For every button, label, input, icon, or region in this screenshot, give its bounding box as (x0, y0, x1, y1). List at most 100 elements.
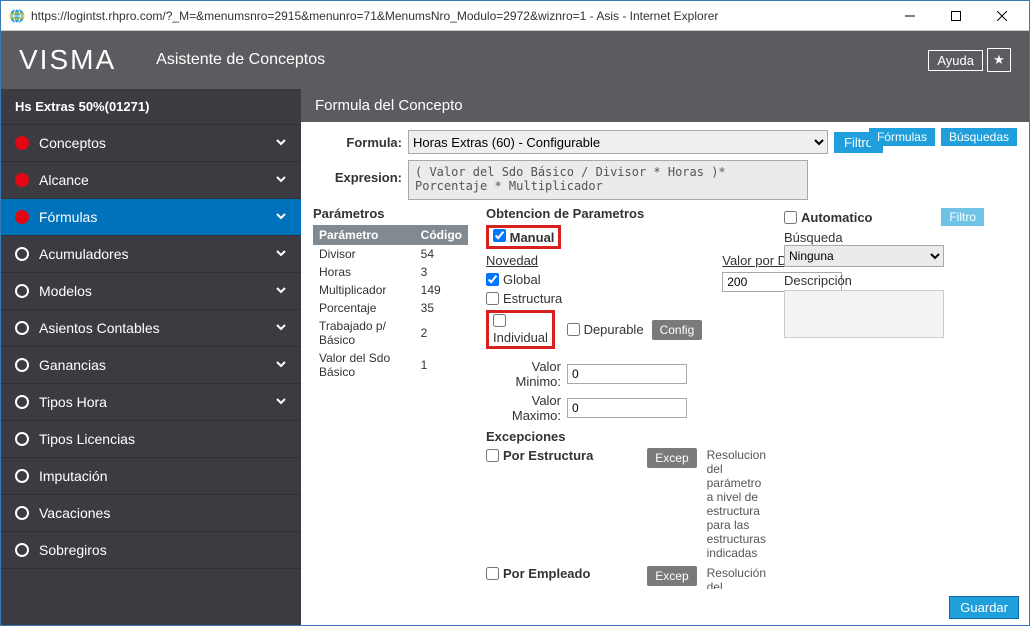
valor-max-input[interactable] (567, 398, 687, 418)
estructura-checkbox[interactable] (486, 292, 499, 305)
chevron-down-icon (275, 394, 287, 410)
chevron-down-icon (275, 357, 287, 373)
bullet-icon (15, 173, 29, 187)
sidebar-item-label: Imputación (39, 468, 107, 484)
chevron-down-icon (275, 320, 287, 336)
sidebar-item-7[interactable]: Tipos Hora (1, 384, 301, 421)
por-estructura-checkbox[interactable] (486, 449, 499, 462)
excepciones-heading: Excepciones (486, 429, 766, 444)
maximize-button[interactable] (933, 1, 979, 31)
header-title: Asistente de Conceptos (156, 51, 325, 69)
sidebar-item-5[interactable]: Asientos Contables (1, 310, 301, 347)
formula-select[interactable]: Horas Extras (60) - Configurable (408, 130, 828, 154)
bullet-icon (15, 136, 29, 150)
app-header: VISMA Asistente de Conceptos Ayuda ★ (1, 31, 1029, 89)
bullet-icon (15, 469, 29, 483)
bullet-icon (15, 321, 29, 335)
sidebar-item-3[interactable]: Acumuladores (1, 236, 301, 273)
sidebar-item-0[interactable]: Conceptos (1, 125, 301, 162)
individual-checkbox[interactable] (493, 314, 506, 327)
bullet-icon (15, 506, 29, 520)
depurable-checkbox[interactable] (567, 323, 580, 336)
guardar-button[interactable]: Guardar (949, 596, 1019, 619)
ie-icon (9, 8, 25, 24)
table-row[interactable]: Porcentaje35 (313, 299, 468, 317)
automatico-checkbox[interactable] (784, 211, 797, 224)
help-button[interactable]: Ayuda (928, 50, 983, 71)
formulas-button[interactable]: Fórmulas (869, 128, 935, 146)
sidebar-item-label: Modelos (39, 283, 92, 299)
chevron-down-icon (275, 283, 287, 299)
th-param: Parámetro (313, 225, 415, 245)
th-codigo: Código (415, 225, 468, 245)
chevron-down-icon (275, 135, 287, 151)
sidebar-item-9[interactable]: Imputación (1, 458, 301, 495)
parametros-heading: Parámetros (313, 206, 468, 221)
excep-empleado-desc: Resolución del parámetro a nivel de empl… (707, 566, 766, 589)
bullet-icon (15, 247, 29, 261)
sidebar-item-label: Alcance (39, 172, 89, 188)
sidebar-item-label: Fórmulas (39, 209, 97, 225)
titlebar: https://logintst.rhpro.com/?_M=&menumsnr… (1, 1, 1029, 31)
manual-checkbox[interactable] (493, 229, 506, 242)
bullet-icon (15, 210, 29, 224)
sidebar-item-11[interactable]: Sobregiros (1, 532, 301, 569)
formula-label: Formula: (313, 135, 408, 150)
sidebar-item-6[interactable]: Ganancias (1, 347, 301, 384)
descripcion-label: Descripción (784, 273, 984, 288)
global-checkbox[interactable] (486, 273, 499, 286)
url-text: https://logintst.rhpro.com/?_M=&menumsnr… (31, 9, 887, 23)
sidebar-header: Hs Extras 50%(01271) (1, 89, 301, 125)
busqueda-label: Búsqueda (784, 230, 984, 245)
table-row[interactable]: Trabajado p/ Básico2 (313, 317, 468, 349)
sidebar-item-2[interactable]: Fórmulas (1, 199, 301, 236)
sidebar-item-8[interactable]: Tipos Licencias (1, 421, 301, 458)
table-row[interactable]: Divisor54 (313, 245, 468, 263)
valor-min-input[interactable] (567, 364, 687, 384)
busquedas-button[interactable]: Búsquedas (941, 128, 1017, 146)
sidebar: Hs Extras 50%(01271) Conceptos Alcance Fór… (1, 89, 301, 625)
filtro-auto-button[interactable]: Filtro (941, 208, 984, 226)
param-table: Parámetro Código Divisor54Horas3Multipli… (313, 225, 468, 381)
bullet-icon (15, 432, 29, 446)
novedad-label: Novedad (486, 253, 702, 268)
sidebar-item-label: Tipos Licencias (39, 431, 135, 447)
bullet-icon (15, 284, 29, 298)
expresion-text: ( Valor del Sdo Básico / Divisor * Horas… (408, 160, 808, 200)
sidebar-item-label: Acumuladores (39, 246, 129, 262)
busqueda-select[interactable]: Ninguna (784, 245, 944, 267)
valor-max-label: Valor Maximo: (486, 393, 561, 423)
valor-min-label: Valor Minimo: (486, 359, 561, 389)
sidebar-item-label: Ganancias (39, 357, 106, 373)
excep-empleado-button[interactable]: Excep (647, 566, 696, 586)
close-button[interactable] (979, 1, 1025, 31)
bullet-icon (15, 543, 29, 557)
minimize-button[interactable] (887, 1, 933, 31)
chevron-down-icon (275, 172, 287, 188)
favorite-button[interactable]: ★ (987, 48, 1011, 72)
sidebar-item-label: Sobregiros (39, 542, 107, 558)
expresion-label: Expresion: (313, 160, 408, 185)
bullet-icon (15, 358, 29, 372)
sidebar-item-label: Vacaciones (39, 505, 110, 521)
sidebar-item-label: Conceptos (39, 135, 106, 151)
descripcion-box (784, 290, 944, 338)
excep-estructura-desc: Resolucion del parámetro a nivel de estr… (707, 448, 766, 560)
sidebar-item-4[interactable]: Modelos (1, 273, 301, 310)
sidebar-item-label: Tipos Hora (39, 394, 107, 410)
por-empleado-checkbox[interactable] (486, 567, 499, 580)
table-row[interactable]: Multiplicador149 (313, 281, 468, 299)
sidebar-item-10[interactable]: Vacaciones (1, 495, 301, 532)
obtencion-heading: Obtencion de Parametros (486, 206, 766, 221)
table-row[interactable]: Horas3 (313, 263, 468, 281)
logo: VISMA (19, 44, 116, 76)
bullet-icon (15, 395, 29, 409)
config-button[interactable]: Config (652, 320, 703, 340)
excep-estructura-button[interactable]: Excep (647, 448, 696, 468)
sidebar-item-1[interactable]: Alcance (1, 162, 301, 199)
chevron-down-icon (275, 209, 287, 225)
sidebar-item-label: Asientos Contables (39, 320, 160, 336)
chevron-down-icon (275, 246, 287, 262)
main-title: Formula del Concepto (301, 89, 1029, 122)
table-row[interactable]: Valor del Sdo Básico1 (313, 349, 468, 381)
